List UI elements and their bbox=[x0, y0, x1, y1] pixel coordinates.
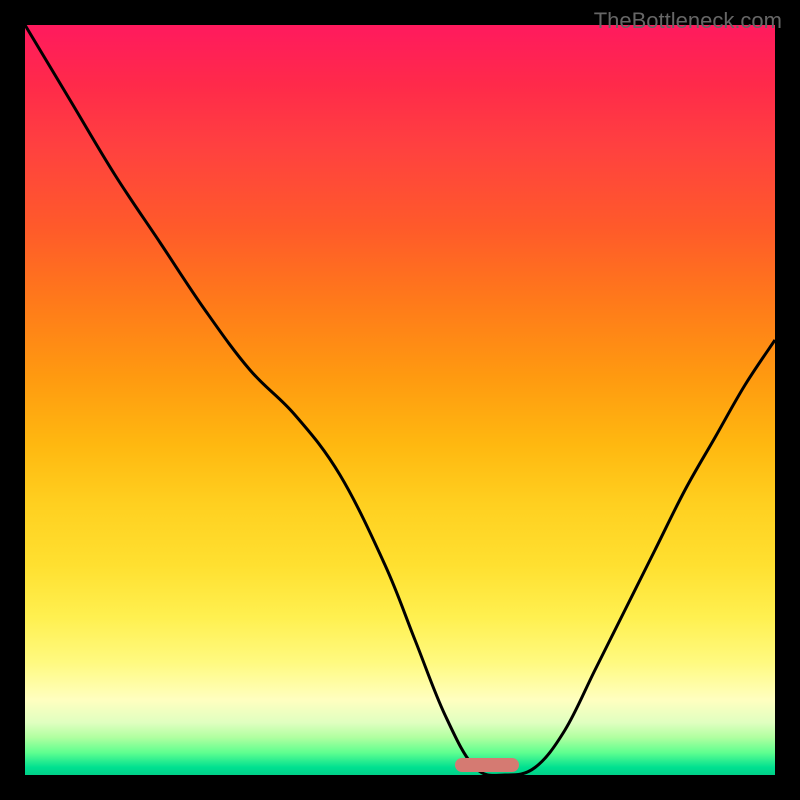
watermark-text: TheBottleneck.com bbox=[594, 8, 782, 34]
bottleneck-curve-path bbox=[25, 25, 775, 775]
curve-svg bbox=[25, 25, 775, 775]
optimal-range-marker bbox=[455, 758, 519, 772]
bottleneck-chart bbox=[25, 25, 775, 775]
